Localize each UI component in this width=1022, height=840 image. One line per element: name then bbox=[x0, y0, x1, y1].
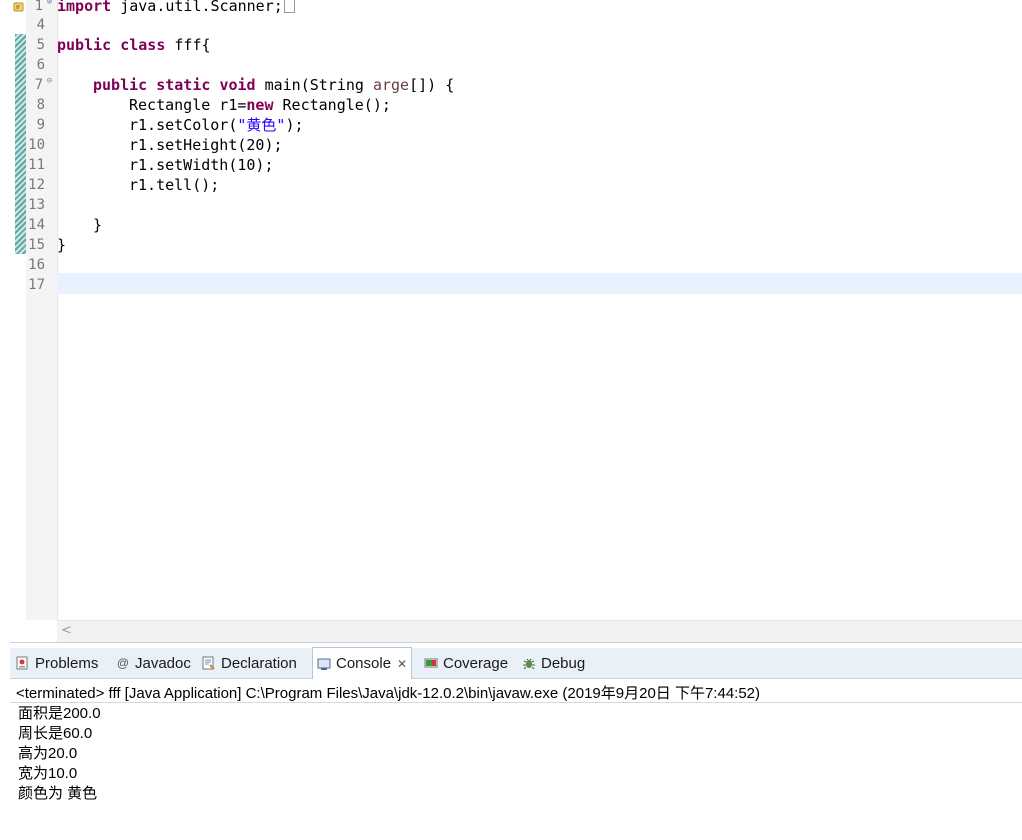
code-fragment: Rectangle r1= bbox=[129, 96, 247, 114]
line-number: 9 bbox=[36, 117, 45, 133]
code-text: } bbox=[93, 216, 103, 234]
problems-icon bbox=[16, 656, 28, 670]
line-number: 16 bbox=[28, 257, 45, 273]
keyword: public bbox=[93, 76, 148, 94]
code-fragment: java.util.Scanner; bbox=[111, 0, 283, 15]
code-line-15: 15 } bbox=[0, 235, 1022, 255]
line-number: 10 bbox=[28, 137, 45, 153]
line-number: 6 bbox=[36, 57, 45, 73]
code-text: public static void main(String arge[]) { bbox=[93, 75, 454, 95]
console-output-line: 高为20.0 bbox=[18, 745, 78, 762]
keyword: class bbox=[120, 36, 166, 54]
code-text: } bbox=[57, 236, 67, 254]
string-literal: "黄色" bbox=[237, 116, 286, 134]
coverage-icon bbox=[424, 658, 438, 668]
console-output-line: 颜色为 黄色 bbox=[18, 785, 98, 802]
tab-label: Debug bbox=[541, 654, 586, 672]
folded-imports-box[interactable] bbox=[283, 0, 295, 13]
code-line-1: 1 ⊕ import java.util.Scanner; bbox=[0, 0, 1022, 16]
tab-label: Coverage bbox=[443, 654, 509, 672]
code-fragment: Rectangle(); bbox=[273, 96, 391, 114]
parameter-name: arge bbox=[372, 76, 410, 94]
line-number: 1 bbox=[34, 0, 43, 14]
line-number: 8 bbox=[36, 97, 45, 113]
tab-console[interactable]: Console ✕ bbox=[312, 647, 413, 679]
close-icon[interactable]: ✕ bbox=[397, 657, 407, 671]
tab-debug[interactable]: Debug bbox=[522, 648, 585, 678]
console-output[interactable]: 面积是200.0 周长是60.0 高为20.0 宽为10.0 颜色为 黄色 bbox=[18, 704, 101, 804]
console-output-line: 周长是60.0 bbox=[18, 725, 93, 742]
code-line-12: 12 r1.tell(); bbox=[0, 175, 1022, 195]
code-line-7: 7 ⊖ public static void main(String arge[… bbox=[0, 75, 1022, 95]
code-text: r1.setWidth(10); bbox=[129, 156, 274, 174]
tab-declaration[interactable]: Declaration bbox=[202, 648, 297, 678]
scroll-left-arrow-icon[interactable]: < bbox=[61, 623, 72, 638]
code-line-14: 14 } bbox=[0, 215, 1022, 235]
code-line-10: 10 r1.setHeight(20); bbox=[0, 135, 1022, 155]
console-output-line: 宽为10.0 bbox=[18, 765, 78, 782]
declaration-icon bbox=[202, 656, 215, 670]
code-line-4: 4 bbox=[0, 15, 1022, 35]
tab-label: Console bbox=[336, 655, 392, 672]
code-line-11: 11 r1.setWidth(10); bbox=[0, 155, 1022, 175]
keyword: public bbox=[57, 36, 112, 54]
console-icon bbox=[317, 658, 331, 670]
expand-fold-icon[interactable]: ⊕ bbox=[45, 0, 54, 7]
panel-tab-bar: Problems @ Javadoc Declaration Console ✕ bbox=[10, 647, 1022, 679]
tab-coverage[interactable]: Coverage bbox=[424, 648, 508, 678]
tab-label: Javadoc bbox=[135, 654, 191, 672]
line-number: 15 bbox=[28, 237, 45, 253]
tab-problems[interactable]: Problems bbox=[16, 648, 98, 678]
code-fragment: ); bbox=[285, 116, 304, 134]
line-number: 11 bbox=[28, 157, 45, 173]
console-divider bbox=[10, 702, 1022, 703]
code-fragment: main(String bbox=[255, 76, 373, 94]
console-output-line: 面积是200.0 bbox=[18, 705, 101, 722]
bug-icon bbox=[523, 658, 535, 670]
collapse-fold-icon[interactable]: ⊖ bbox=[45, 77, 54, 86]
line-number: 17 bbox=[28, 277, 45, 293]
code-line-13: 13 bbox=[0, 195, 1022, 215]
code-text: r1.setHeight(20); bbox=[129, 136, 283, 154]
code-text: r1.setColor("黄色"); bbox=[129, 115, 304, 135]
tab-label: Declaration bbox=[221, 654, 297, 672]
tab-label: Problems bbox=[35, 654, 99, 672]
keyword: import bbox=[57, 0, 112, 15]
code-line-5: 5 public class fff{ bbox=[0, 35, 1022, 55]
line-number: 7 bbox=[34, 77, 43, 93]
line-number: 4 bbox=[36, 17, 45, 33]
line-number: 5 bbox=[36, 37, 45, 53]
code-text: Rectangle r1=new Rectangle(); bbox=[129, 95, 391, 115]
code-text: import java.util.Scanner; bbox=[57, 0, 295, 16]
code-fragment: r1.setColor( bbox=[129, 116, 238, 134]
code-text: r1.tell(); bbox=[129, 176, 220, 194]
code-text: public class fff{ bbox=[57, 35, 211, 55]
keyword: static bbox=[156, 76, 211, 94]
horizontal-scrollbar[interactable]: < bbox=[57, 620, 1022, 642]
console-process-status: <terminated> fff [Java Application] C:\P… bbox=[16, 685, 761, 702]
code-fragment: []) { bbox=[409, 76, 455, 94]
line-number: 12 bbox=[28, 177, 45, 193]
code-line-9: 9 r1.setColor("黄色"); bbox=[0, 115, 1022, 135]
code-line-6: 6 bbox=[0, 55, 1022, 75]
code-line-17[interactable]: 17 bbox=[0, 275, 1022, 295]
keyword: void bbox=[219, 76, 256, 94]
at-sign-icon: @ bbox=[116, 656, 130, 670]
bottom-panel: Problems @ Javadoc Declaration Console ✕ bbox=[10, 642, 1022, 840]
line-number: 14 bbox=[28, 217, 45, 233]
code-line-16: 16 bbox=[0, 255, 1022, 275]
tab-javadoc[interactable]: @ Javadoc bbox=[116, 648, 191, 678]
code-fragment: fff{ bbox=[165, 36, 211, 54]
code-editor[interactable]: 1 ⊕ import java.util.Scanner; 4 5 public… bbox=[0, 0, 1022, 642]
line-number: 13 bbox=[28, 197, 45, 213]
code-line-8: 8 Rectangle r1=new Rectangle(); bbox=[0, 95, 1022, 115]
keyword: new bbox=[246, 96, 274, 114]
